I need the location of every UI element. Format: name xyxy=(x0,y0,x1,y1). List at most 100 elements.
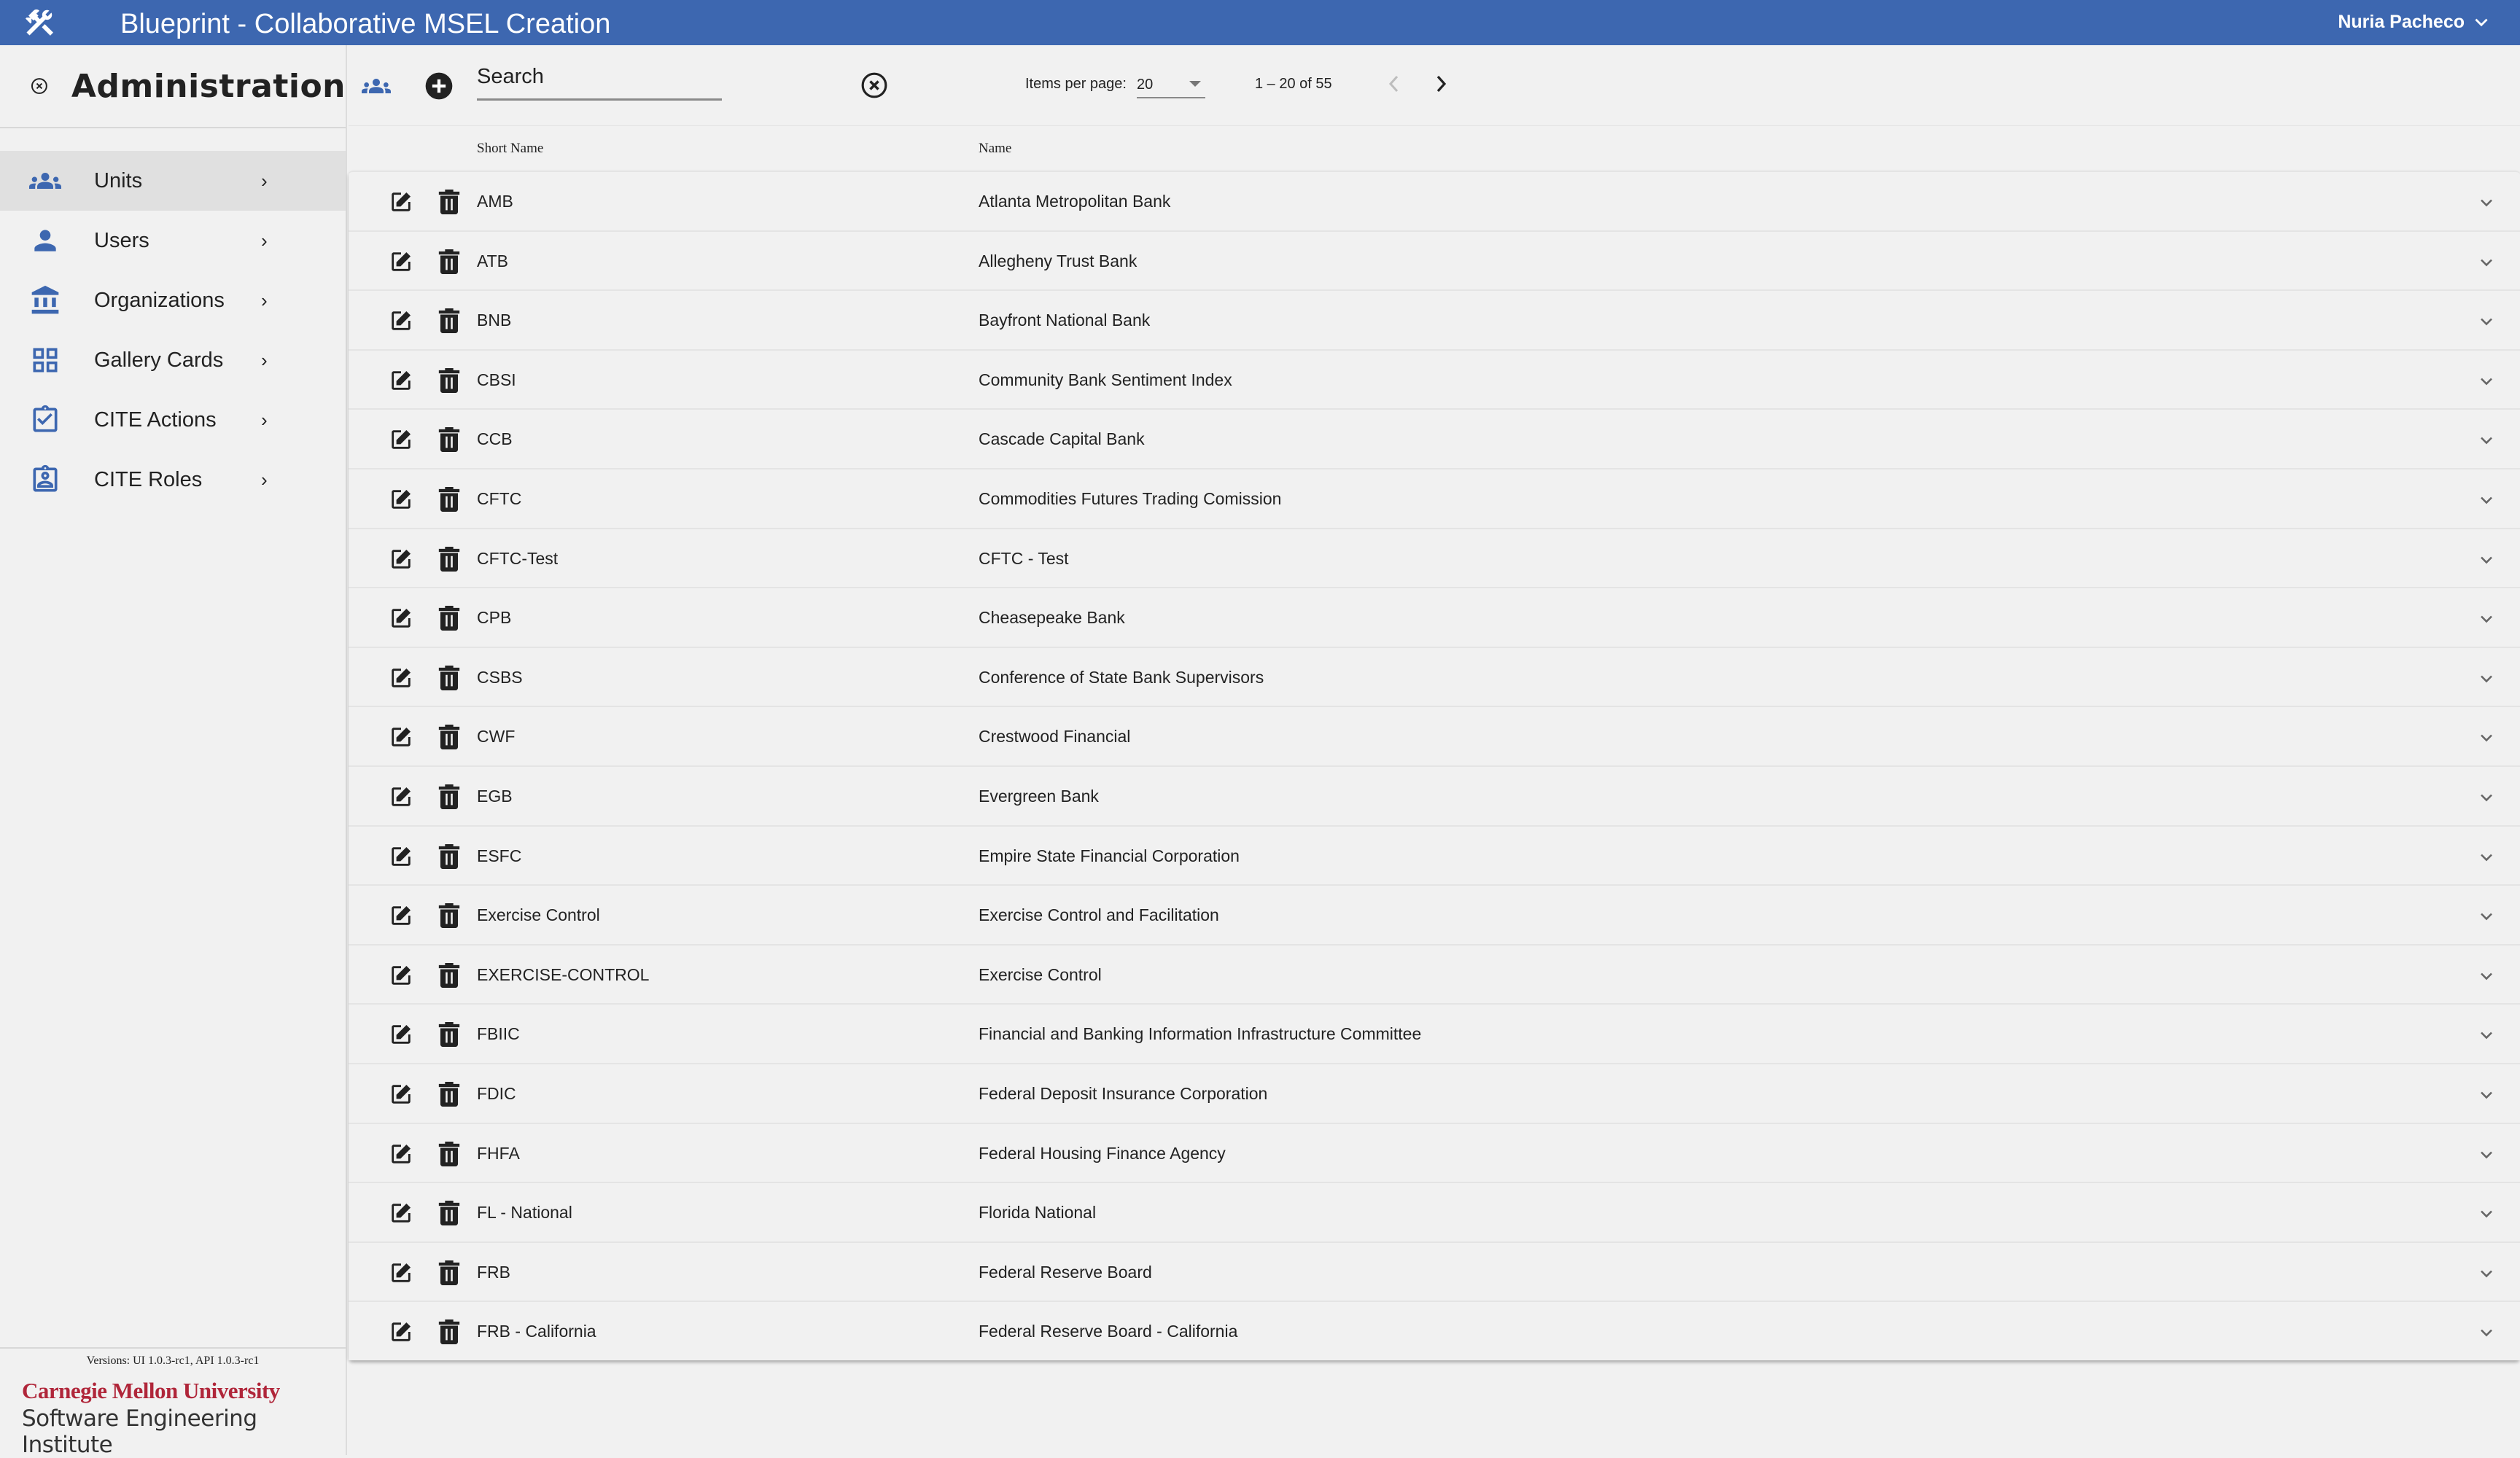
delete-icon[interactable] xyxy=(438,903,460,929)
edit-icon[interactable] xyxy=(389,1201,413,1225)
chevron-down-icon[interactable] xyxy=(2478,849,2495,866)
table-row[interactable]: CSBS Conference of State Bank Supervisor… xyxy=(349,646,2520,706)
previous-page-button[interactable] xyxy=(1383,69,1405,98)
edit-icon[interactable] xyxy=(389,368,413,393)
table-row[interactable]: EXERCISE-CONTROL Exercise Control xyxy=(349,943,2520,1004)
items-per-page-select[interactable]: 20 xyxy=(1136,69,1205,98)
delete-icon[interactable] xyxy=(438,249,460,274)
table-row[interactable]: FRB Federal Reserve Board xyxy=(349,1241,2520,1301)
table-row[interactable]: FHFA Federal Housing Finance Agency xyxy=(349,1122,2520,1182)
add-unit-button[interactable] xyxy=(424,71,454,101)
delete-icon[interactable] xyxy=(438,962,460,988)
delete-icon[interactable] xyxy=(438,1201,460,1226)
delete-icon[interactable] xyxy=(438,367,460,393)
table-row[interactable]: Exercise Control Exercise Control and Fa… xyxy=(349,884,2520,944)
search-input[interactable] xyxy=(477,64,722,98)
column-header-short-name[interactable]: Short Name xyxy=(477,141,543,157)
chevron-down-icon[interactable] xyxy=(2478,194,2495,211)
column-header-name[interactable]: Name xyxy=(979,141,1011,157)
edit-icon[interactable] xyxy=(389,1022,413,1047)
chevron-down-icon[interactable] xyxy=(2478,967,2495,985)
table-row[interactable]: EGB Evergreen Bank xyxy=(349,765,2520,825)
blueprint-logo-icon[interactable] xyxy=(22,6,57,39)
clear-search-button[interactable] xyxy=(860,71,888,99)
table-row[interactable]: CPB Cheasepeake Bank xyxy=(349,587,2520,647)
delete-icon[interactable] xyxy=(438,427,460,453)
table-row[interactable]: BNB Bayfront National Bank xyxy=(349,289,2520,349)
table-row[interactable]: ESFC Empire State Financial Corporation xyxy=(349,824,2520,885)
edit-icon[interactable] xyxy=(389,190,413,214)
table-row[interactable]: CFTC-Test CFTC - Test xyxy=(349,527,2520,588)
close-circle-icon[interactable] xyxy=(31,73,48,99)
chevron-down-icon[interactable] xyxy=(2478,1265,2495,1282)
chevron-down-icon[interactable] xyxy=(2478,254,2495,271)
delete-icon[interactable] xyxy=(438,1319,460,1345)
sidebar-item-users[interactable]: Users › xyxy=(0,211,346,270)
chevron-down-icon[interactable] xyxy=(2478,610,2495,628)
chevron-down-icon[interactable] xyxy=(2478,1146,2495,1163)
edit-icon[interactable] xyxy=(389,1142,413,1166)
edit-icon[interactable] xyxy=(389,784,413,809)
chevron-down-icon[interactable] xyxy=(2478,313,2495,330)
delete-icon[interactable] xyxy=(438,843,460,869)
sidebar-title: Administration xyxy=(71,67,346,105)
edit-icon[interactable] xyxy=(389,725,413,749)
delete-icon[interactable] xyxy=(438,1081,460,1107)
chevron-down-icon[interactable] xyxy=(2478,1026,2495,1044)
edit-icon[interactable] xyxy=(389,427,413,452)
edit-icon[interactable] xyxy=(389,1319,413,1344)
chevron-down-icon[interactable] xyxy=(2478,1086,2495,1104)
delete-icon[interactable] xyxy=(438,1022,460,1048)
chevron-down-icon[interactable] xyxy=(2478,432,2495,449)
delete-icon[interactable] xyxy=(438,784,460,809)
table-row[interactable]: FBIIC Financial and Banking Information … xyxy=(349,1003,2520,1063)
edit-icon[interactable] xyxy=(389,487,413,512)
next-page-button[interactable] xyxy=(1430,69,1452,98)
delete-icon[interactable] xyxy=(438,546,460,572)
edit-icon[interactable] xyxy=(389,844,413,869)
chevron-down-icon[interactable] xyxy=(2478,551,2495,569)
unit-name: Financial and Banking Information Infras… xyxy=(979,1024,1422,1044)
sidebar-item-cite-actions[interactable]: CITE Actions › xyxy=(0,390,346,450)
delete-icon[interactable] xyxy=(438,486,460,512)
edit-icon[interactable] xyxy=(389,249,413,274)
delete-icon[interactable] xyxy=(438,190,460,214)
delete-icon[interactable] xyxy=(438,308,460,334)
chevron-down-icon[interactable] xyxy=(2478,670,2495,687)
sidebar-item-organizations[interactable]: Organizations › xyxy=(0,270,346,330)
delete-icon[interactable] xyxy=(438,665,460,690)
edit-icon[interactable] xyxy=(389,606,413,631)
edit-icon[interactable] xyxy=(389,963,413,988)
delete-icon[interactable] xyxy=(438,725,460,750)
table-row[interactable]: FL - National Florida National xyxy=(349,1182,2520,1241)
table-row[interactable]: CFTC Commodities Futures Trading Comissi… xyxy=(349,467,2520,528)
items-per-page-label: Items per page: xyxy=(1025,75,1127,92)
edit-icon[interactable] xyxy=(389,1082,413,1107)
table-row[interactable]: FDIC Federal Deposit Insurance Corporati… xyxy=(349,1062,2520,1123)
sidebar-item-units[interactable]: Units › xyxy=(0,151,346,211)
edit-icon[interactable] xyxy=(389,308,413,333)
edit-icon[interactable] xyxy=(389,666,413,690)
user-menu[interactable]: Nuria Pacheco xyxy=(2338,12,2491,33)
table-row[interactable]: CBSI Community Bank Sentiment Index xyxy=(349,348,2520,409)
delete-icon[interactable] xyxy=(438,1141,460,1166)
edit-icon[interactable] xyxy=(389,547,413,572)
table-row[interactable]: CWF Crestwood Financial xyxy=(349,706,2520,765)
chevron-down-icon[interactable] xyxy=(2478,373,2495,390)
delete-icon[interactable] xyxy=(438,1260,460,1285)
table-row[interactable]: FRB - California Federal Reserve Board -… xyxy=(349,1301,2520,1360)
chevron-down-icon[interactable] xyxy=(2478,1324,2495,1341)
chevron-down-icon[interactable] xyxy=(2478,1205,2495,1223)
sidebar-item-cite-roles[interactable]: CITE Roles › xyxy=(0,450,346,510)
delete-icon[interactable] xyxy=(438,606,460,631)
chevron-down-icon[interactable] xyxy=(2478,729,2495,746)
table-row[interactable]: ATB Allegheny Trust Bank xyxy=(349,230,2520,290)
chevron-down-icon[interactable] xyxy=(2478,908,2495,925)
chevron-down-icon[interactable] xyxy=(2478,491,2495,509)
table-row[interactable]: AMB Atlanta Metropolitan Bank xyxy=(349,171,2520,230)
chevron-down-icon[interactable] xyxy=(2478,789,2495,806)
sidebar-item-gallery-cards[interactable]: Gallery Cards › xyxy=(0,330,346,390)
edit-icon[interactable] xyxy=(389,1260,413,1285)
edit-icon[interactable] xyxy=(389,903,413,928)
table-row[interactable]: CCB Cascade Capital Bank xyxy=(349,408,2520,468)
